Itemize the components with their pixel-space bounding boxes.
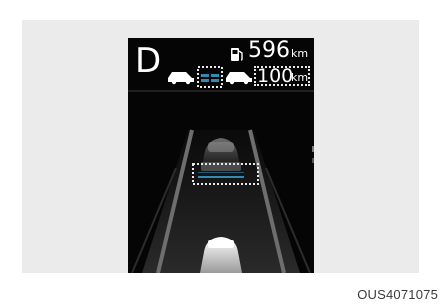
range-value: 596 bbox=[248, 38, 290, 63]
gear-indicator: D bbox=[135, 41, 162, 81]
illustration-canvas: D 596km 100 km/h OUS4071075 bbox=[0, 0, 442, 306]
figure-code: OUS4071075 bbox=[357, 287, 438, 302]
set-speed-unit: km/h bbox=[291, 71, 309, 84]
set-speed-value: 100 bbox=[257, 66, 294, 86]
driving-range: 596km bbox=[248, 40, 308, 62]
fuel-pump-icon bbox=[231, 48, 243, 61]
edge-marker-icon bbox=[312, 146, 314, 163]
cluster-display: D 596km 100 km/h bbox=[128, 38, 314, 273]
set-speed-box: 100 km/h bbox=[254, 66, 310, 86]
following-distance-icon bbox=[168, 66, 252, 88]
range-unit: km bbox=[291, 47, 309, 60]
